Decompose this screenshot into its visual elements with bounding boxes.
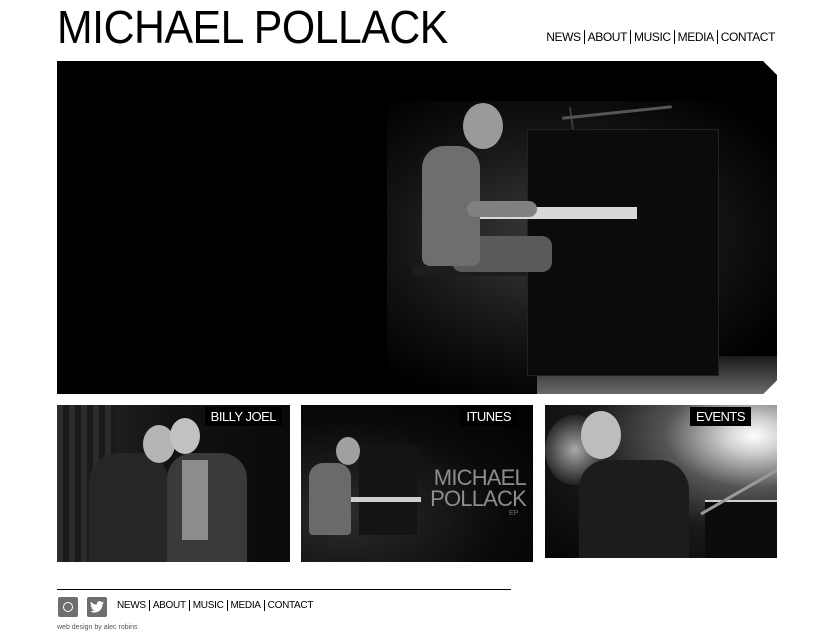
- nav-about[interactable]: ABOUT: [588, 30, 628, 44]
- person-head: [336, 437, 360, 465]
- nav-news[interactable]: NEWS: [546, 30, 581, 44]
- piano: [705, 500, 777, 558]
- twitter-bird-icon: [90, 601, 104, 613]
- nav-separator: [188, 600, 190, 611]
- nav-separator: [583, 30, 585, 44]
- nav-separator: [148, 600, 150, 611]
- person-body: [89, 453, 169, 562]
- nav-contact[interactable]: CONTACT: [721, 30, 776, 44]
- nav-separator: [263, 600, 265, 611]
- footer-nav-about[interactable]: ABOUT: [153, 600, 186, 611]
- nav-separator: [226, 600, 228, 611]
- footer-nav-media[interactable]: MEDIA: [231, 600, 261, 611]
- design-credit: web design by alec robins: [57, 624, 138, 631]
- piano: [359, 445, 417, 535]
- site-title: MICHAEL POLLACK: [57, 1, 448, 53]
- piano: [527, 129, 719, 376]
- top-nav: NEWS ABOUT MUSIC MEDIA CONTACT: [546, 30, 775, 44]
- nav-media[interactable]: MEDIA: [678, 30, 714, 44]
- footer-nav: NEWS ABOUT MUSIC MEDIA CONTACT: [117, 600, 313, 611]
- pianist-arm: [467, 201, 537, 217]
- footer-nav-contact[interactable]: CONTACT: [268, 600, 314, 611]
- footer-nav-news[interactable]: NEWS: [117, 600, 146, 611]
- tile-label: EVENTS: [689, 407, 751, 426]
- instagram-icon[interactable]: [58, 597, 78, 617]
- album-subtitle: EP: [509, 510, 519, 517]
- tile-label: BILLY JOEL: [204, 407, 282, 426]
- pianist-head: [463, 103, 503, 149]
- person-head: [581, 411, 621, 459]
- nav-music[interactable]: MUSIC: [634, 30, 671, 44]
- piano-keys: [341, 497, 421, 502]
- nav-separator: [630, 30, 631, 44]
- footer-divider: [57, 589, 511, 590]
- tile-billy-joel[interactable]: BILLY JOEL: [57, 405, 290, 562]
- tile-itunes[interactable]: MICHAEL POLLACK EP ITUNES: [301, 405, 533, 562]
- tile-label: ITUNES: [460, 407, 517, 426]
- person-body: [309, 463, 351, 535]
- nav-separator: [716, 30, 718, 44]
- footer-nav-music[interactable]: MUSIC: [193, 600, 224, 611]
- twitter-icon[interactable]: [87, 597, 107, 617]
- album-title: MICHAEL POLLACK: [430, 465, 527, 511]
- hero-image: [57, 61, 777, 394]
- tile-events[interactable]: EVENTS: [545, 405, 777, 558]
- person-body: [579, 460, 689, 558]
- person-head: [170, 418, 200, 454]
- nav-separator: [673, 30, 675, 44]
- person-shirt: [182, 460, 208, 540]
